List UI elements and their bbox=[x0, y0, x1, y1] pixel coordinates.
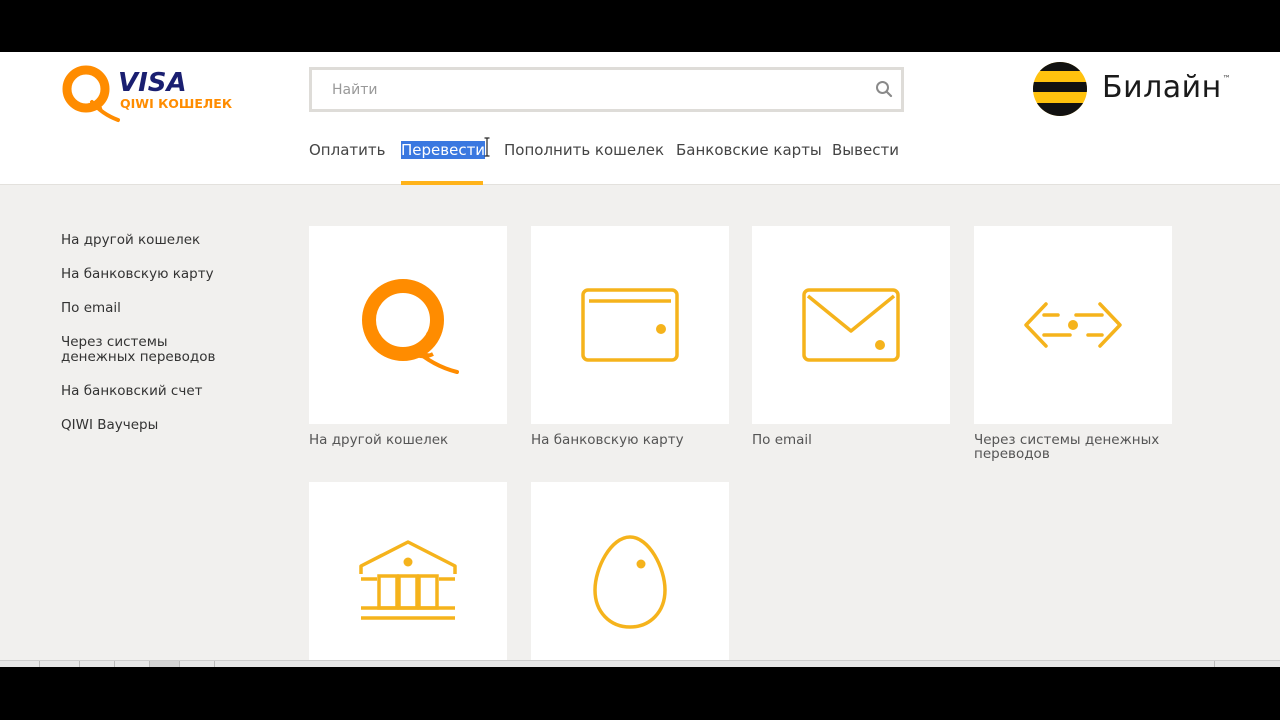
sidebar-item-bank-account[interactable]: На банковский счет bbox=[61, 384, 261, 399]
nav-item-transfer[interactable]: Перевести bbox=[401, 141, 486, 159]
tile-money-transfer-systems[interactable] bbox=[974, 226, 1172, 424]
browser-viewport: VISA QIWI КОШЕЛЕК Била bbox=[0, 52, 1280, 667]
tile-another-wallet[interactable] bbox=[309, 226, 507, 424]
site-header: VISA QIWI КОШЕЛЕК Била bbox=[0, 52, 1280, 185]
sidebar-item-email[interactable]: По email bbox=[61, 301, 261, 316]
tile-label: По email bbox=[752, 432, 812, 448]
sidebar-item-another-wallet[interactable]: На другой кошелек bbox=[61, 233, 261, 248]
bank-icon bbox=[359, 540, 457, 620]
nav-item-pay[interactable]: Оплатить bbox=[309, 141, 385, 159]
qiwi-logo[interactable]: VISA QIWI КОШЕЛЕК bbox=[58, 62, 233, 124]
transfer-arrows-icon bbox=[1024, 302, 1122, 348]
qiwi-wallet-text: QIWI КОШЕЛЕК bbox=[120, 96, 233, 111]
card-icon bbox=[581, 288, 679, 362]
visa-logo-text: VISA bbox=[118, 68, 187, 98]
beeline-logo-text: Билайн™ bbox=[1102, 70, 1232, 105]
text-cursor-icon bbox=[484, 137, 490, 157]
letterbox-bottom bbox=[0, 667, 1280, 720]
nav-item-bank-cards[interactable]: Банковские карты bbox=[676, 141, 822, 159]
letterbox-top bbox=[0, 0, 1280, 52]
egg-icon bbox=[593, 535, 667, 629]
tile-bank-card[interactable] bbox=[531, 226, 729, 424]
beeline-logo[interactable]: Билайн™ bbox=[1031, 60, 1241, 120]
sidebar-menu: На другой кошелек На банковскую карту По… bbox=[61, 233, 261, 452]
beeline-striped-ball-icon bbox=[1033, 62, 1087, 116]
sidebar-item-qiwi-vouchers[interactable]: QIWI Ваучеры bbox=[61, 418, 261, 433]
tile-label: На банковскую карту bbox=[531, 432, 684, 448]
tile-label: На другой кошелек bbox=[309, 432, 449, 448]
nav-item-withdraw[interactable]: Вывести bbox=[832, 141, 899, 159]
horizontal-scrollbar[interactable] bbox=[0, 660, 1280, 667]
sidebar-item-bank-card[interactable]: На банковскую карту bbox=[61, 267, 261, 282]
search-box bbox=[309, 67, 904, 112]
envelope-icon bbox=[802, 288, 900, 362]
qiwi-logo-icon bbox=[362, 279, 459, 374]
nav-active-underline bbox=[401, 181, 483, 185]
nav-item-top-up[interactable]: Пополнить кошелек bbox=[504, 141, 664, 159]
qiwi-q-icon bbox=[62, 65, 120, 122]
sidebar-item-money-transfer-systems[interactable]: Через системы денежных переводов bbox=[61, 335, 236, 365]
tile-bank-account[interactable] bbox=[309, 482, 507, 667]
search-input[interactable] bbox=[312, 70, 862, 109]
tile-email[interactable] bbox=[752, 226, 950, 424]
tile-qiwi-vouchers[interactable] bbox=[531, 482, 729, 667]
search-icon[interactable] bbox=[875, 80, 893, 98]
tile-label: Через системы денежных переводов bbox=[974, 432, 1160, 462]
